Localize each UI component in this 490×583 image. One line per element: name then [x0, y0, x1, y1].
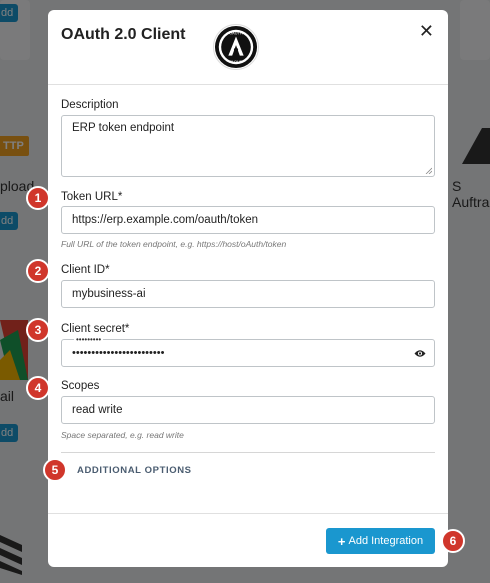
step-badge-6: 6 — [441, 529, 465, 553]
footer-divider — [48, 513, 448, 514]
eye-icon[interactable] — [414, 349, 426, 358]
dialog-title: OAuth 2.0 Client — [61, 26, 186, 43]
plus-icon: + — [337, 533, 346, 549]
resize-handle-icon — [425, 167, 432, 174]
scopes-help: Space separated, e.g. read write — [61, 430, 184, 440]
secret-autofill-hint: ••••••••• — [74, 335, 104, 344]
client-secret-input[interactable]: •••••••••••••••••••••••• — [61, 339, 435, 367]
step-badge-3: 3 — [26, 318, 50, 342]
description-textarea[interactable]: ERP token endpoint — [61, 115, 435, 177]
logo-text-top: OAUTH — [229, 31, 243, 36]
additional-options-toggle[interactable]: ADDITIONAL OPTIONS — [77, 465, 192, 476]
logo-text-bottom: CLOUD — [229, 59, 242, 64]
step-badge-4: 4 — [26, 376, 50, 400]
oauth-client-dialog: OAuth 2.0 Client OAUTH CLOUD ✕ Descripti… — [48, 10, 448, 567]
scopes-value: read write — [72, 404, 123, 416]
client-id-label: Client ID* — [61, 264, 110, 276]
close-icon[interactable]: ✕ — [419, 22, 434, 40]
client-id-input[interactable]: mybusiness-ai — [61, 280, 435, 308]
step-badge-5: 5 — [43, 458, 67, 482]
scopes-label: Scopes — [61, 380, 100, 392]
token-url-input[interactable]: https://erp.example.com/oauth/token — [61, 206, 435, 234]
add-integration-label: Add Integration — [348, 535, 424, 547]
token-url-label: Token URL* — [61, 191, 123, 203]
client-secret-label: Client secret* — [61, 323, 130, 335]
description-value: ERP token endpoint — [72, 122, 175, 134]
step-badge-1: 1 — [26, 186, 50, 210]
options-divider — [61, 452, 435, 453]
scopes-input[interactable]: read write — [61, 396, 435, 424]
token-url-help: Full URL of the token endpoint, e.g. htt… — [61, 239, 287, 249]
step-badge-2: 2 — [26, 259, 50, 283]
oauth-logo-icon: OAUTH CLOUD — [213, 24, 259, 70]
add-integration-button[interactable]: + Add Integration — [326, 528, 435, 554]
dialog-header: OAuth 2.0 Client OAUTH CLOUD ✕ — [48, 10, 448, 85]
token-url-value: https://erp.example.com/oauth/token — [72, 214, 259, 226]
description-label: Description — [61, 99, 119, 111]
client-secret-value: •••••••••••••••••••••••• — [72, 347, 165, 359]
client-id-value: mybusiness-ai — [72, 288, 146, 300]
